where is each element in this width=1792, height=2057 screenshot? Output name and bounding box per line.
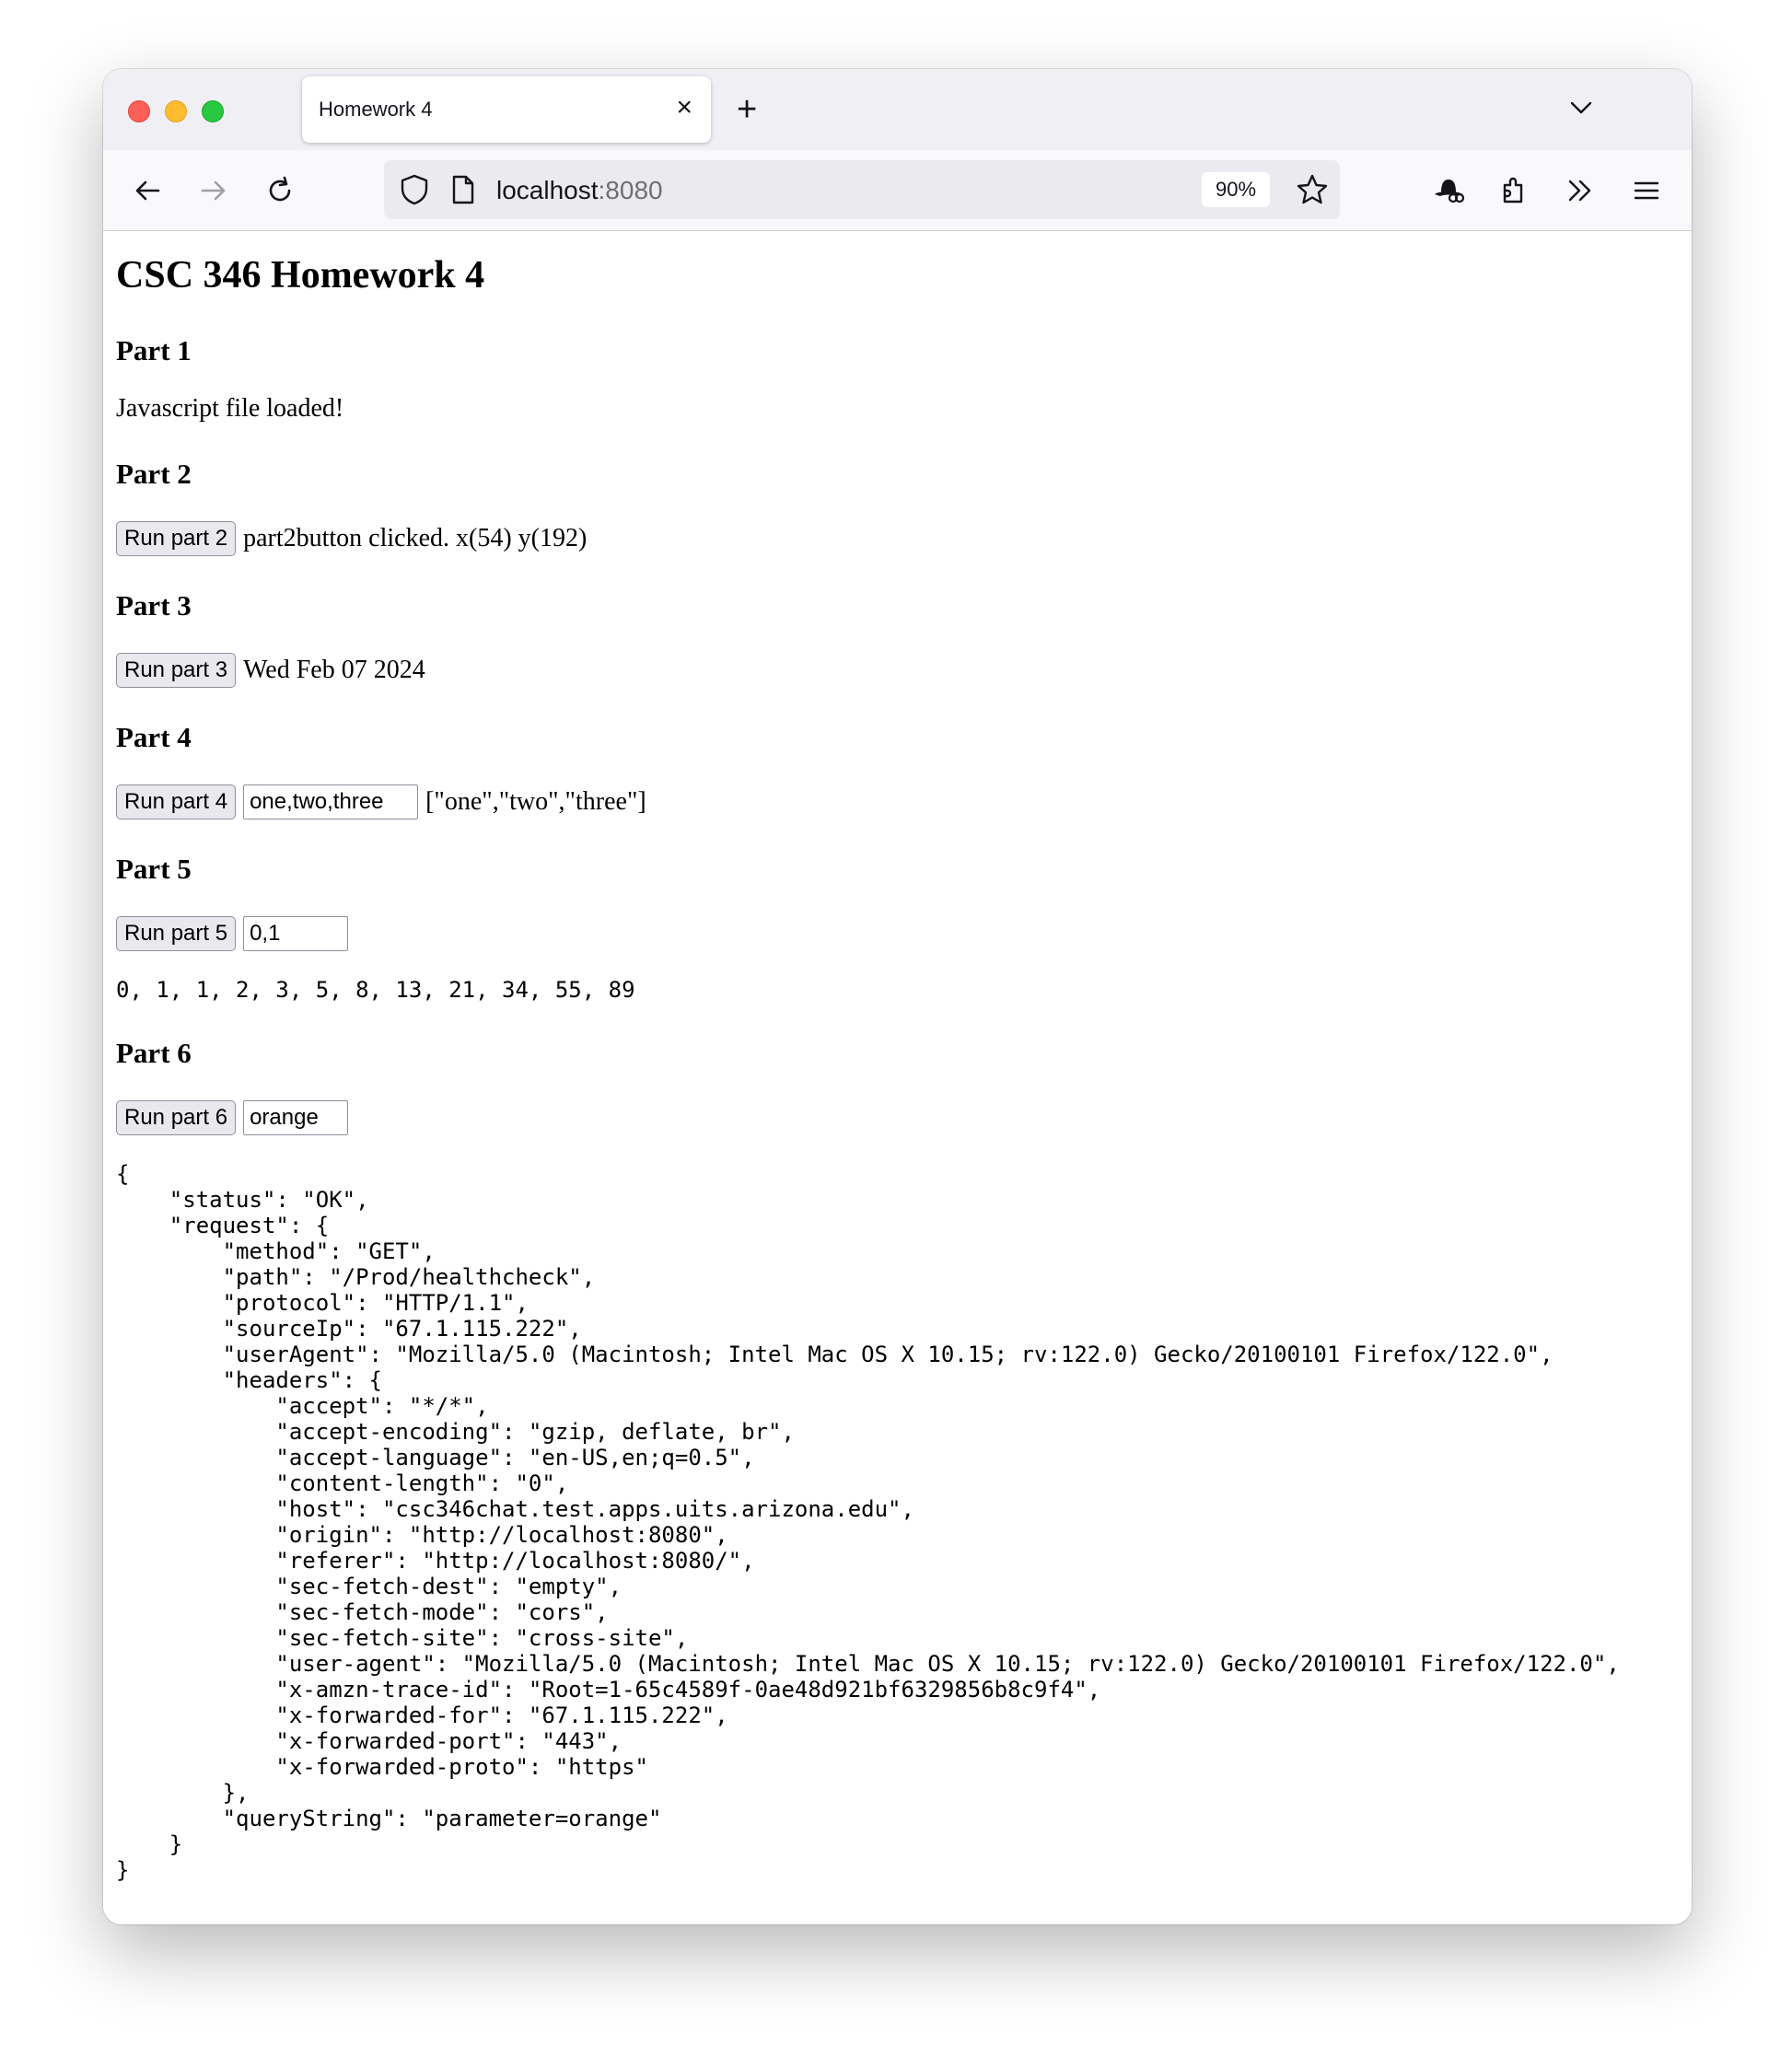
minimize-window-button[interactable] bbox=[165, 100, 187, 122]
close-window-button[interactable] bbox=[128, 100, 150, 122]
part1-heading: Part 1 bbox=[116, 334, 192, 366]
part4-output: ["one","two","three"] bbox=[425, 787, 646, 816]
part5-input[interactable] bbox=[243, 916, 349, 951]
tab-bar: Homework 4 × + bbox=[103, 69, 1692, 150]
url-text[interactable]: localhost:8080 bbox=[496, 176, 663, 205]
zoom-window-button[interactable] bbox=[202, 100, 224, 122]
reload-icon[interactable] bbox=[263, 174, 297, 207]
part5-heading: Part 5 bbox=[116, 853, 192, 885]
page-icon[interactable] bbox=[450, 174, 476, 210]
part6-heading: Part 6 bbox=[116, 1037, 192, 1069]
overflow-chevrons-icon[interactable] bbox=[1564, 174, 1597, 207]
part2-output: part2button clicked. x(54) y(192) bbox=[243, 524, 588, 552]
new-tab-icon[interactable]: + bbox=[737, 89, 757, 130]
part3-output: Wed Feb 07 2024 bbox=[243, 656, 425, 684]
part4-input[interactable] bbox=[243, 784, 419, 819]
tab-title: Homework 4 bbox=[319, 98, 433, 121]
part2-row: Run part 2 part2button clicked. x(54) y(… bbox=[116, 521, 587, 556]
hamburger-menu-icon[interactable] bbox=[1630, 174, 1663, 207]
run-part2-button[interactable]: Run part 2 bbox=[116, 521, 237, 556]
part2-heading: Part 2 bbox=[116, 458, 192, 490]
list-all-tabs-icon[interactable] bbox=[1568, 95, 1594, 125]
part3-heading: Part 3 bbox=[116, 589, 192, 622]
page-title: CSC 346 Homework 4 bbox=[116, 254, 485, 296]
back-icon[interactable] bbox=[131, 174, 164, 207]
extensions-icon[interactable] bbox=[1497, 174, 1530, 207]
url-bar[interactable]: localhost:8080 90% bbox=[384, 160, 1340, 219]
forward-icon[interactable] bbox=[197, 174, 230, 207]
tab-homework-4[interactable]: Homework 4 × bbox=[302, 76, 711, 143]
part5-row: Run part 5 bbox=[116, 916, 355, 951]
part4-heading: Part 4 bbox=[116, 721, 192, 753]
part6-input[interactable] bbox=[243, 1100, 349, 1135]
run-part3-button[interactable]: Run part 3 bbox=[116, 653, 237, 688]
bookmark-star-icon[interactable] bbox=[1296, 173, 1329, 211]
part5-output: 0, 1, 1, 2, 3, 5, 8, 13, 21, 34, 55, 89 bbox=[116, 977, 635, 1003]
extension-puzzle-hat-icon[interactable] bbox=[1431, 174, 1465, 207]
shield-icon[interactable] bbox=[399, 173, 430, 211]
part1-output: Javascript file loaded! bbox=[116, 394, 344, 423]
page-content: CSC 346 Homework 4 Part 1 Javascript fil… bbox=[103, 231, 1692, 1924]
run-part5-button[interactable]: Run part 5 bbox=[116, 916, 237, 951]
run-part4-button[interactable]: Run part 4 bbox=[116, 784, 237, 819]
navigation-toolbar: localhost:8080 90% bbox=[103, 150, 1692, 231]
run-part6-button[interactable]: Run part 6 bbox=[116, 1100, 237, 1135]
part6-json-output: { "status": "OK", "request": { "method":… bbox=[116, 1161, 1620, 1883]
part3-row: Run part 3 Wed Feb 07 2024 bbox=[116, 653, 425, 688]
part4-row: Run part 4 ["one","two","three"] bbox=[116, 784, 646, 819]
browser-window: Homework 4 × + localhost:8080 90% CSC 34… bbox=[103, 69, 1692, 1924]
close-tab-icon[interactable]: × bbox=[676, 91, 692, 124]
zoom-level-button[interactable]: 90% bbox=[1202, 172, 1270, 207]
part6-row: Run part 6 bbox=[116, 1100, 355, 1135]
